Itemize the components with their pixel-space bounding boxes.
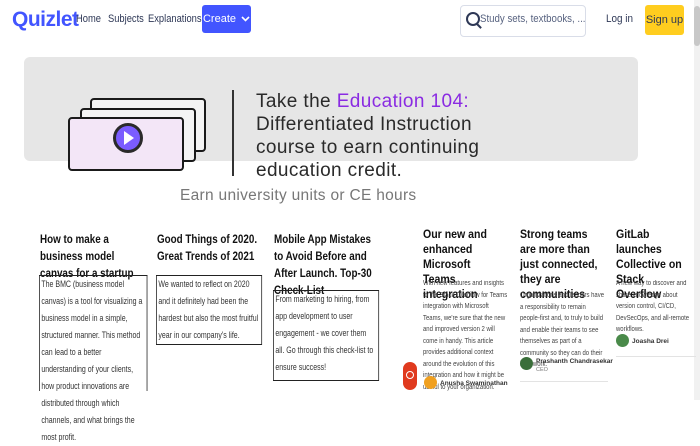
news-excerpt-1: With new features and insights to the St… (423, 280, 508, 391)
article-title-2[interactable]: Good Things of 2020. Great Trends of 202… (157, 231, 262, 265)
banner-divider (232, 90, 234, 176)
news-author-role-2: CEO (536, 367, 548, 373)
nav-home[interactable]: Home (76, 13, 101, 25)
login-link[interactable]: Log in (606, 13, 633, 25)
article-excerpt-2: We wanted to reflect on 2020 and it defi… (156, 275, 263, 345)
nav-subjects[interactable]: Subjects (108, 13, 144, 25)
avatar (616, 334, 629, 347)
news-divider (520, 381, 608, 382)
article-excerpt-1: The BMC (business model canvas) is a too… (39, 275, 148, 442)
search-icon (466, 12, 480, 26)
ad-line-3: course to earn continuing (256, 137, 480, 158)
signup-button[interactable]: Sign up (645, 5, 684, 35)
scrollbar-track[interactable] (694, 0, 700, 400)
ad-subtitle: Earn university units or CE hours (180, 187, 417, 204)
create-label: Create (202, 13, 237, 25)
ad-line-4: education credit. (256, 160, 403, 181)
news-author-2[interactable]: Prashanth Chandrasekar (536, 358, 613, 365)
article-title-3[interactable]: Mobile App Mistakes to Avoid Before and … (274, 231, 379, 299)
news-author-1[interactable]: Anusha Swaminathan (440, 380, 508, 387)
avatar (520, 357, 533, 370)
play-icon (113, 123, 143, 153)
news-divider (616, 356, 696, 357)
news-excerpt-3: A new way to discover and share knowledg… (616, 280, 690, 333)
top-nav (0, 0, 700, 40)
scrollbar-thumb[interactable] (694, 6, 700, 46)
news-author-3[interactable]: Joasha Drei (632, 338, 669, 345)
create-button[interactable]: Create (202, 5, 251, 33)
ad-line-1: Take the Education 104: (256, 91, 470, 112)
article-excerpt-3: From marketing to hiring, from app devel… (273, 290, 380, 381)
feedback-icon[interactable] (403, 362, 417, 390)
nav-explanations[interactable]: Explanations (148, 13, 202, 25)
avatar (424, 376, 437, 389)
chevron-down-icon (241, 16, 250, 22)
search-placeholder: Study sets, textbooks, ... (480, 13, 586, 25)
quizlet-logo[interactable]: Quizlet (12, 8, 79, 32)
ad-line-2: Differentiated Instruction (256, 114, 472, 135)
